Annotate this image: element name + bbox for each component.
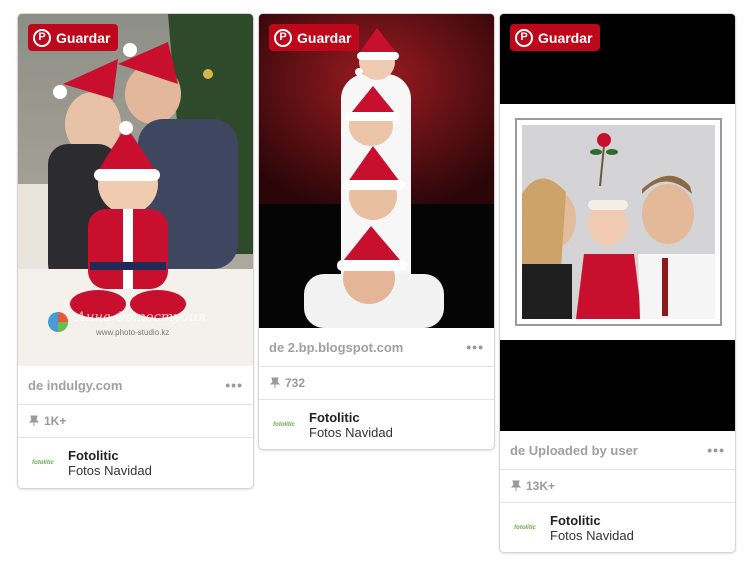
pin-card-3[interactable]: P Guardar de Uploaded by user ••• 13K+ f… xyxy=(499,13,736,553)
save-button[interactable]: P Guardar xyxy=(28,24,119,51)
pin-source-row[interactable]: de 2.bp.blogspot.com ••• xyxy=(259,328,494,367)
repin-count: 732 xyxy=(285,376,306,390)
repin-count: 13K+ xyxy=(526,479,556,493)
board-name[interactable]: Fotos Navidad xyxy=(550,528,634,543)
board-thumbnail[interactable]: fotolitic xyxy=(28,448,58,478)
pin-source-row[interactable]: de indulgy.com ••• xyxy=(18,366,253,405)
pinner-name[interactable]: Fotolitic xyxy=(68,448,152,463)
save-label: Guardar xyxy=(538,29,593,46)
source-link[interactable]: de 2.bp.blogspot.com xyxy=(269,340,403,355)
christmas-family-kiss-photo xyxy=(500,14,735,431)
board-thumbnail[interactable]: fotolitic xyxy=(510,513,540,543)
save-label: Guardar xyxy=(297,29,352,46)
save-button[interactable]: P Guardar xyxy=(510,24,601,51)
watermark-text: Анна Фотостудия xyxy=(76,310,206,325)
more-options-icon[interactable]: ••• xyxy=(466,339,484,355)
board-thumbnail[interactable]: fotolitic xyxy=(269,410,299,440)
pin-card-1[interactable]: Анна Фотостудия www.photo-studio.kz P Gu… xyxy=(17,13,254,489)
pin-card-2[interactable]: P Guardar de 2.bp.blogspot.com ••• 732 f… xyxy=(258,13,495,450)
pin-credit-row[interactable]: fotolitic Fotolitic Fotos Navidad xyxy=(259,400,494,449)
repin-count: 1K+ xyxy=(44,414,67,428)
pin-image-2[interactable]: P Guardar xyxy=(259,14,494,328)
repin-count-row: 1K+ xyxy=(18,405,253,438)
repin-count-row: 13K+ xyxy=(500,470,735,503)
board-name[interactable]: Fotos Navidad xyxy=(68,463,152,478)
pin-image-1[interactable]: Анна Фотостудия www.photo-studio.kz P Gu… xyxy=(18,14,253,366)
pushpin-icon xyxy=(28,415,40,426)
pinterest-logo-icon: P xyxy=(274,28,292,47)
pin-credit-row[interactable]: fotolitic Fotolitic Fotos Navidad xyxy=(500,503,735,552)
source-link[interactable]: de Uploaded by user xyxy=(510,443,638,458)
watermark-url: www.photo-studio.kz xyxy=(96,328,170,337)
pin-image-3[interactable]: P Guardar xyxy=(500,14,735,431)
source-link[interactable]: de indulgy.com xyxy=(28,378,122,393)
save-button[interactable]: P Guardar xyxy=(269,24,360,51)
pin-source-row[interactable]: de Uploaded by user ••• xyxy=(500,431,735,470)
pinterest-logo-icon: P xyxy=(33,28,51,47)
save-label: Guardar xyxy=(56,29,111,46)
pinner-name[interactable]: Fotolitic xyxy=(309,410,393,425)
pinterest-logo-icon: P xyxy=(515,28,533,47)
pushpin-icon xyxy=(510,480,522,491)
more-options-icon[interactable]: ••• xyxy=(707,442,725,458)
christmas-stacked-family-photo xyxy=(259,14,494,328)
repin-count-row: 732 xyxy=(259,367,494,400)
more-options-icon[interactable]: ••• xyxy=(225,377,243,393)
pinner-name[interactable]: Fotolitic xyxy=(550,513,634,528)
board-name[interactable]: Fotos Navidad xyxy=(309,425,393,440)
pin-credit-row[interactable]: fotolitic Fotolitic Fotos Navidad xyxy=(18,438,253,487)
pushpin-icon xyxy=(269,377,281,388)
